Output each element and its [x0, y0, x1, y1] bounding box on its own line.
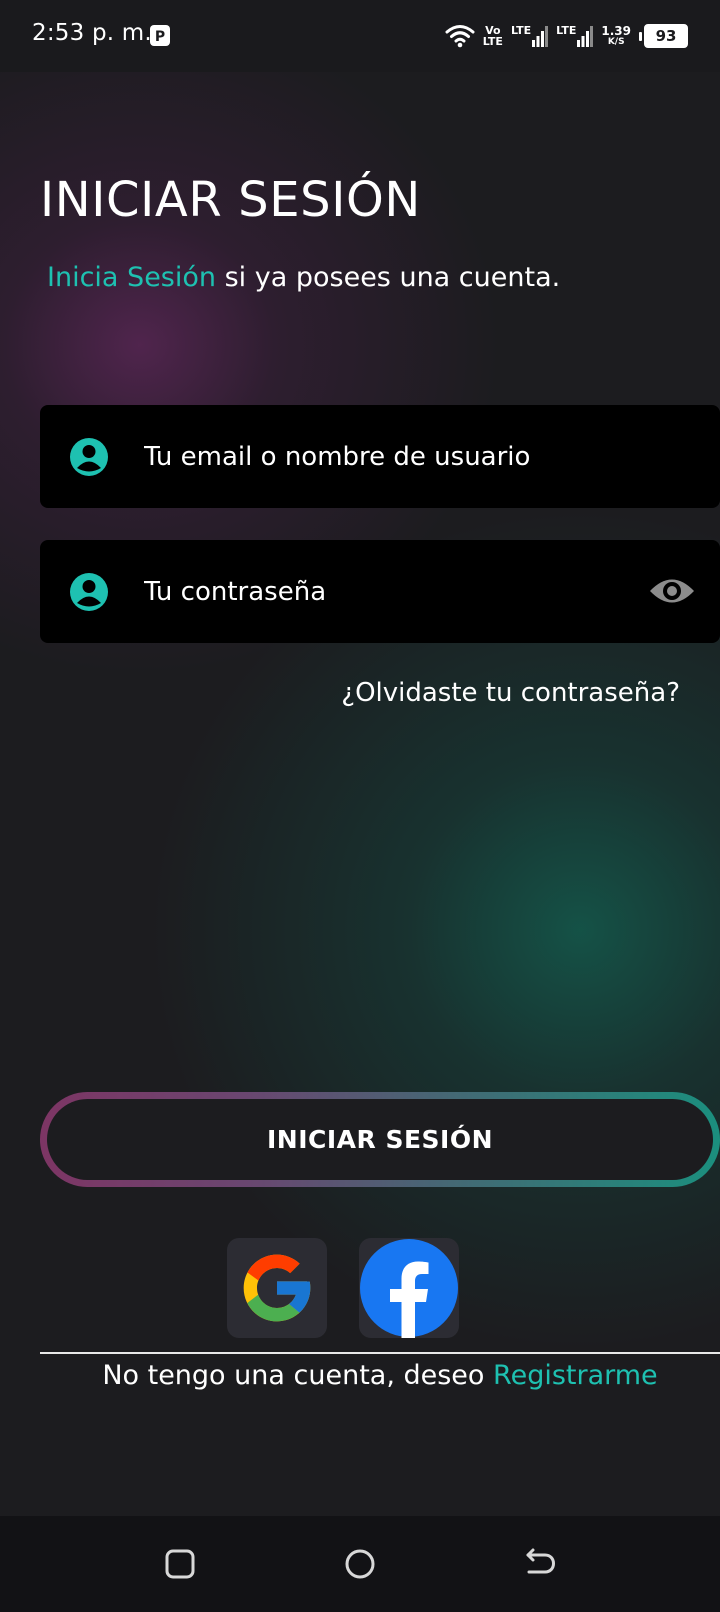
user-icon — [70, 573, 108, 611]
facebook-icon — [360, 1239, 458, 1338]
email-input[interactable] — [144, 405, 594, 508]
network-speed: 1.39 K/S — [601, 25, 631, 47]
signal-bars-icon — [577, 26, 594, 47]
status-icons: Vo LTE LTE LTE 1.39 K/S 93 — [445, 19, 688, 53]
volte-label-bottom: LTE — [482, 35, 503, 48]
home-icon[interactable] — [342, 1546, 378, 1582]
lte-label: LTE — [510, 24, 532, 37]
eye-icon[interactable] — [649, 574, 695, 608]
back-icon[interactable] — [522, 1546, 558, 1582]
battery-nub — [639, 31, 642, 41]
network-speed-value: 1.39 — [601, 24, 631, 38]
password-input[interactable] — [144, 540, 594, 643]
lte-signal-icon: LTE — [556, 24, 594, 47]
email-field[interactable] — [40, 405, 720, 508]
battery-icon: 93 — [639, 24, 688, 48]
subtitle-text: si ya posees una cuenta. — [216, 262, 561, 293]
register-link[interactable]: Registrarme — [493, 1360, 658, 1391]
recents-icon[interactable] — [162, 1546, 198, 1582]
network-speed-unit: K/S — [607, 37, 625, 47]
register-text: No tengo una cuenta, deseo — [102, 1360, 494, 1391]
subtitle-link: Inicia Sesión — [47, 262, 217, 293]
navigation-bar — [0, 1516, 720, 1612]
google-login-button[interactable] — [227, 1238, 327, 1338]
lte-signal-icon: LTE — [510, 24, 549, 47]
signal-bars-icon — [532, 26, 549, 47]
user-icon — [70, 438, 108, 476]
lte-label: LTE — [556, 24, 577, 37]
page-title: INICIAR SESIÓN — [40, 172, 421, 228]
status-time: 2:53 p. m. — [32, 20, 152, 46]
status-bar: 2:53 p. m. P Vo LTE LTE LTE 1.39 K/S 93 — [0, 0, 720, 72]
p-app-icon: P — [150, 25, 170, 46]
register-prompt: No tengo una cuenta, deseo Registrarme — [40, 1360, 720, 1391]
login-button-border[interactable]: INICIAR SESIÓN — [40, 1092, 720, 1187]
login-button[interactable]: INICIAR SESIÓN — [47, 1099, 713, 1180]
google-icon — [243, 1254, 311, 1322]
wifi-icon — [445, 25, 475, 48]
svg-text:P: P — [155, 29, 165, 45]
battery-level: 93 — [644, 24, 688, 48]
password-field[interactable] — [40, 540, 720, 643]
subtitle: Inicia Sesión si ya posees una cuenta. — [47, 262, 560, 293]
volte-icon: Vo LTE — [483, 25, 503, 47]
facebook-login-button[interactable] — [359, 1238, 459, 1338]
forgot-password-link[interactable]: ¿Olvidaste tu contraseña? — [341, 678, 680, 708]
divider — [40, 1352, 720, 1354]
